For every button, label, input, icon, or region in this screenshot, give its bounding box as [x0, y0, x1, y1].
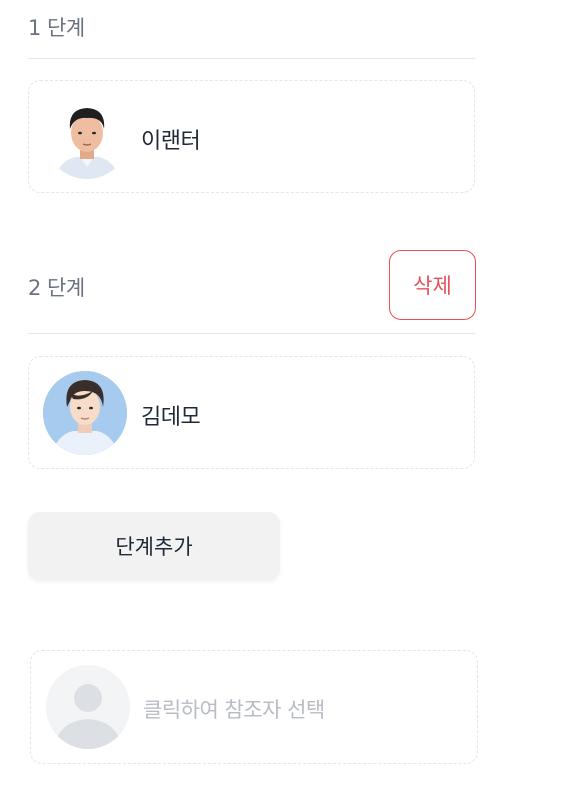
reference-placeholder-text: 클릭하여 참조자 선택: [143, 698, 325, 722]
reference-selector-card[interactable]: 클릭하여 참조자 선택: [30, 650, 478, 764]
step-2-approver-name: 김데모: [141, 405, 201, 430]
step-1-divider: [28, 58, 475, 59]
delete-step-button[interactable]: 삭제: [389, 250, 476, 320]
step-2-label: 2 단계: [28, 276, 85, 300]
step-2-divider: [28, 333, 475, 334]
profile-photo-icon: [43, 371, 127, 455]
profile-photo-icon: [45, 95, 129, 179]
step-1-approver-card[interactable]: 이랜터: [28, 80, 475, 193]
step-1-approver-name: 이랜터: [141, 129, 201, 154]
user-placeholder-icon: [46, 665, 130, 749]
step-1-label: 1 단계: [28, 16, 85, 40]
step-2-approver-card[interactable]: 김데모: [28, 356, 475, 469]
add-step-button[interactable]: 단계추가: [28, 512, 280, 580]
